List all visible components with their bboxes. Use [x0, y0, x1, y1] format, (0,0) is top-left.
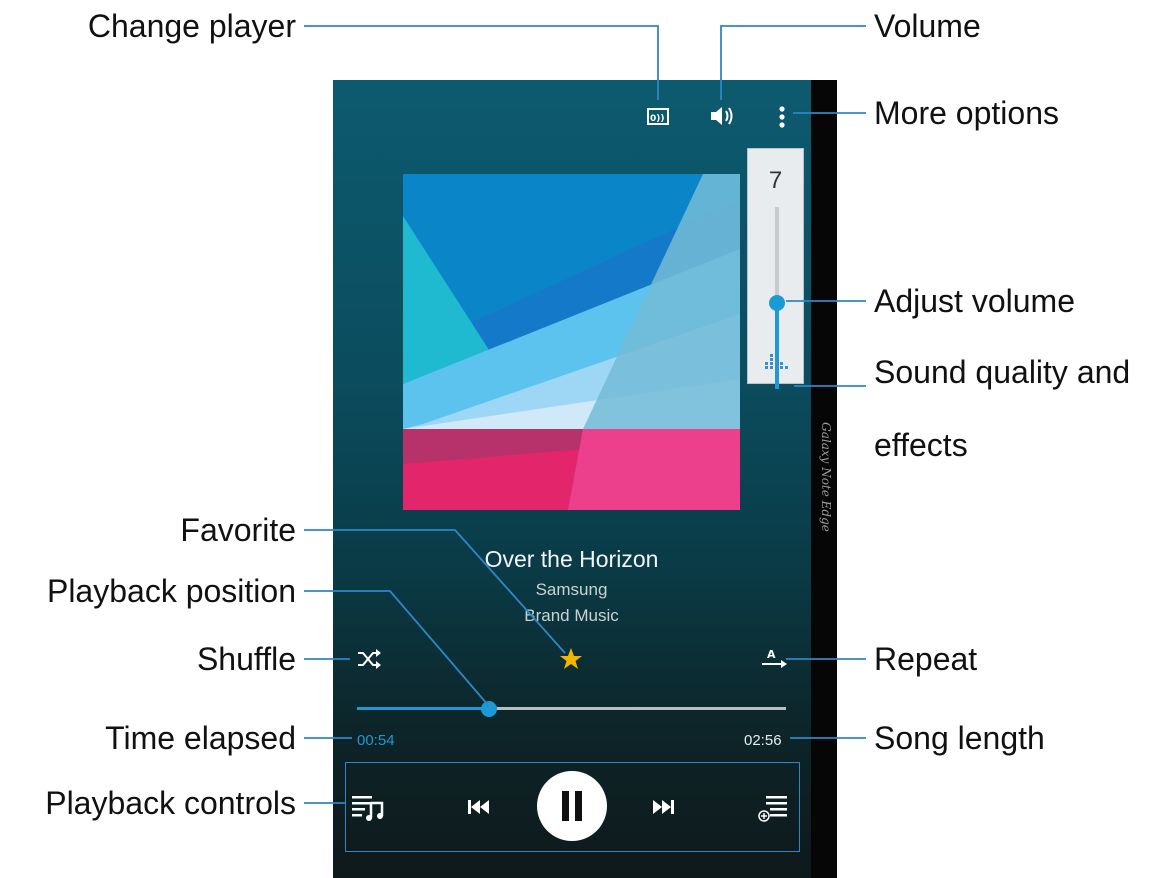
- callout-sound-quality-effects: effects: [874, 427, 968, 463]
- callout-time-elapsed: Time elapsed: [105, 720, 296, 756]
- callout-sound-quality: Sound quality and: [874, 354, 1131, 390]
- callout-volume: Volume: [874, 8, 981, 44]
- callout-song-length: Song length: [874, 720, 1045, 756]
- callout-more-options: More options: [874, 95, 1059, 131]
- callout-favorite: Favorite: [180, 512, 296, 548]
- callout-playback-controls: Playback controls: [45, 785, 296, 821]
- callout-repeat: Repeat: [874, 641, 978, 677]
- callout-change-player: Change player: [87, 8, 296, 44]
- callout-shuffle: Shuffle: [196, 641, 296, 677]
- callout-adjust-volume: Adjust volume: [874, 283, 1075, 319]
- callout-playback-position: Playback position: [46, 573, 296, 609]
